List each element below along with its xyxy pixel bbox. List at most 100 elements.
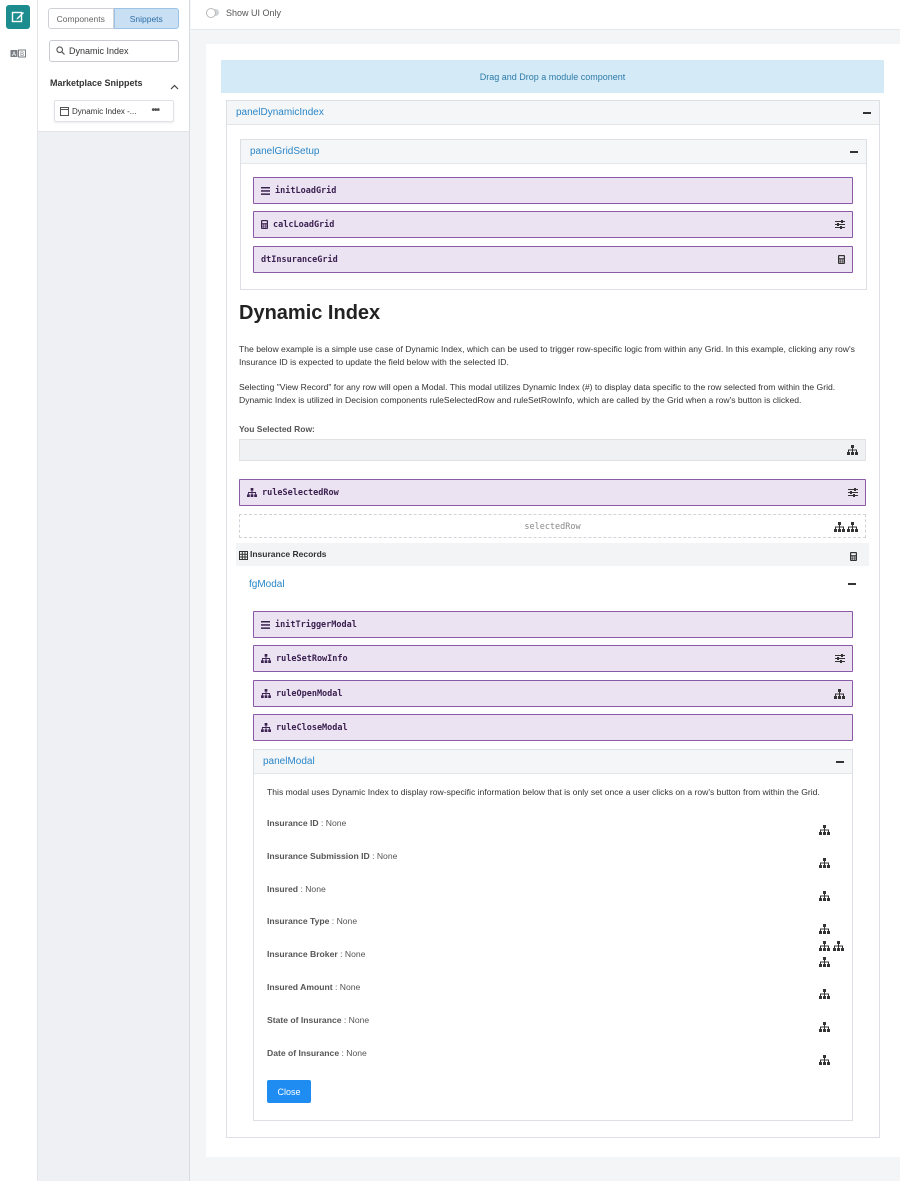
sliders-icon — [835, 654, 845, 663]
search-input[interactable] — [69, 46, 169, 56]
component-label: calcLoadGrid — [273, 219, 335, 230]
more-options-icon[interactable]: ••• — [151, 105, 159, 116]
svg-text:B: B — [20, 51, 24, 58]
collapse-icon[interactable] — [848, 583, 856, 585]
component-label: initLoadGrid — [275, 185, 337, 196]
sitemap-icon — [819, 824, 830, 838]
panel-modal: panelModal — [253, 749, 853, 1121]
panel-title[interactable]: panelModal — [263, 756, 315, 767]
field-value: : None — [331, 916, 358, 926]
sitemap-icon — [833, 940, 844, 954]
selected-row-field[interactable] — [239, 439, 866, 461]
component-rule-open-modal[interactable]: ruleOpenModal — [253, 680, 853, 707]
panel-title[interactable]: panelGridSetup — [250, 146, 320, 157]
field-value: : None — [334, 982, 361, 992]
snippet-label: Dynamic Index -... — [72, 106, 137, 116]
field-label: Insurance ID — [267, 818, 319, 828]
field-label: Insured — [267, 884, 299, 894]
search-box — [49, 40, 179, 62]
component-init-trigger-modal[interactable]: initTriggerModal — [253, 611, 853, 638]
page-heading: Dynamic Index — [239, 302, 381, 324]
component-rule-close-modal[interactable]: ruleCloseModal — [253, 714, 853, 741]
panel-header: panelDynamicIndex — [227, 101, 879, 125]
snippet-card[interactable]: Dynamic Index -... ••• — [54, 100, 174, 122]
field-value: : None — [372, 851, 398, 861]
field-value: : None — [343, 1015, 370, 1025]
modal-description: This modal uses Dynamic Index to display… — [267, 787, 820, 797]
chevron-up-icon[interactable] — [170, 79, 179, 93]
list-icon — [261, 186, 270, 195]
component-label: dtInsuranceGrid — [261, 254, 338, 265]
field-value: : None — [320, 818, 347, 828]
field-value: : None — [300, 884, 326, 894]
component-calc-load-grid[interactable]: calcLoadGrid — [253, 211, 853, 238]
collapse-icon[interactable] — [836, 761, 844, 763]
tab-components[interactable]: Components — [48, 8, 114, 29]
sitemap-icon — [819, 940, 830, 954]
sitemap-icon — [819, 988, 830, 1002]
marketplace-snippets-title: Marketplace Snippets — [50, 78, 143, 88]
sitemap-icon — [261, 689, 271, 698]
sidebar: Components Snippets Marketplace Snippets… — [38, 0, 190, 1181]
show-ui-only-toggle[interactable] — [206, 8, 219, 18]
sitemap-icon — [819, 956, 830, 970]
field-insurance-broker: Insurance Broker : None — [267, 949, 365, 959]
field-insured-amount: Insured Amount : None — [267, 982, 360, 992]
field-label: Date of Insurance — [267, 1048, 340, 1058]
component-rule-selected-row[interactable]: ruleSelectedRow — [239, 479, 866, 506]
field-label: Insured Amount — [267, 982, 333, 992]
field-label: State of Insurance — [267, 1015, 342, 1025]
panel-header: panelGridSetup — [241, 140, 866, 164]
insurance-records-grid[interactable]: Insurance Records — [236, 543, 869, 566]
translate-icon[interactable]: AB — [10, 48, 26, 62]
sitemap-icon — [847, 521, 858, 535]
component-init-load-grid[interactable]: initLoadGrid — [253, 177, 853, 204]
sliders-icon — [848, 488, 858, 497]
left-rail: AB — [0, 0, 38, 1181]
sitemap-icon — [819, 923, 830, 937]
modal-paragraph: Selecting "View Record" for any row will… — [239, 382, 836, 405]
tab-snippets[interactable]: Snippets — [113, 8, 179, 29]
edit-icon[interactable] — [6, 5, 30, 29]
sitemap-icon — [834, 689, 845, 699]
sitemap-icon — [819, 857, 830, 871]
intro-paragraph: The below example is a simple use case o… — [239, 344, 855, 367]
component-rule-set-row-info[interactable]: ruleSetRowInfo — [253, 645, 853, 672]
calculator-icon — [838, 255, 845, 264]
component-label: ruleCloseModal — [276, 722, 348, 733]
collapse-icon[interactable] — [850, 151, 858, 153]
field-state-of-insurance: State of Insurance : None — [267, 1015, 369, 1025]
field-insurance-id: Insurance ID : None — [267, 818, 346, 828]
field-insurance-type: Insurance Type : None — [267, 916, 357, 926]
dropzone[interactable]: Drag and Drop a module component — [221, 60, 884, 93]
field-insurance-submission-id: Insurance Submission ID : None — [267, 851, 397, 861]
grid-title: Insurance Records — [250, 549, 327, 559]
collapse-icon[interactable] — [863, 112, 871, 114]
sitemap-icon — [819, 1054, 830, 1068]
field-label: Insurance Submission ID — [267, 851, 370, 861]
panel-title[interactable]: panelDynamicIndex — [236, 107, 324, 118]
fg-modal-title[interactable]: fgModal — [249, 579, 285, 590]
component-dt-insurance-grid[interactable]: dtInsuranceGrid — [253, 246, 853, 273]
sitemap-icon — [847, 444, 858, 458]
sitemap-icon — [247, 488, 257, 497]
field-insured: Insured : None — [267, 884, 326, 894]
topbar: Show UI Only — [191, 0, 900, 30]
field-value: : None — [341, 1048, 367, 1058]
selected-row-placeholder[interactable]: selectedRow — [239, 514, 866, 538]
sliders-icon — [835, 220, 845, 229]
field-label: Insurance Type — [267, 916, 330, 926]
component-label: ruleSelectedRow — [262, 487, 339, 498]
field-label: Insurance Broker — [267, 949, 338, 959]
placeholder-label: selectedRow — [524, 522, 581, 532]
sitemap-icon — [819, 890, 830, 904]
selected-row-label: You Selected Row: — [239, 424, 315, 434]
field-value: : None — [340, 949, 366, 959]
calculator-icon — [850, 550, 857, 564]
close-button[interactable]: Close — [267, 1080, 311, 1103]
window-icon — [60, 106, 69, 116]
sidebar-tabs: Components Snippets — [48, 8, 179, 29]
sitemap-icon — [819, 1021, 830, 1035]
sitemap-icon — [261, 654, 271, 663]
component-label: ruleOpenModal — [276, 688, 343, 699]
